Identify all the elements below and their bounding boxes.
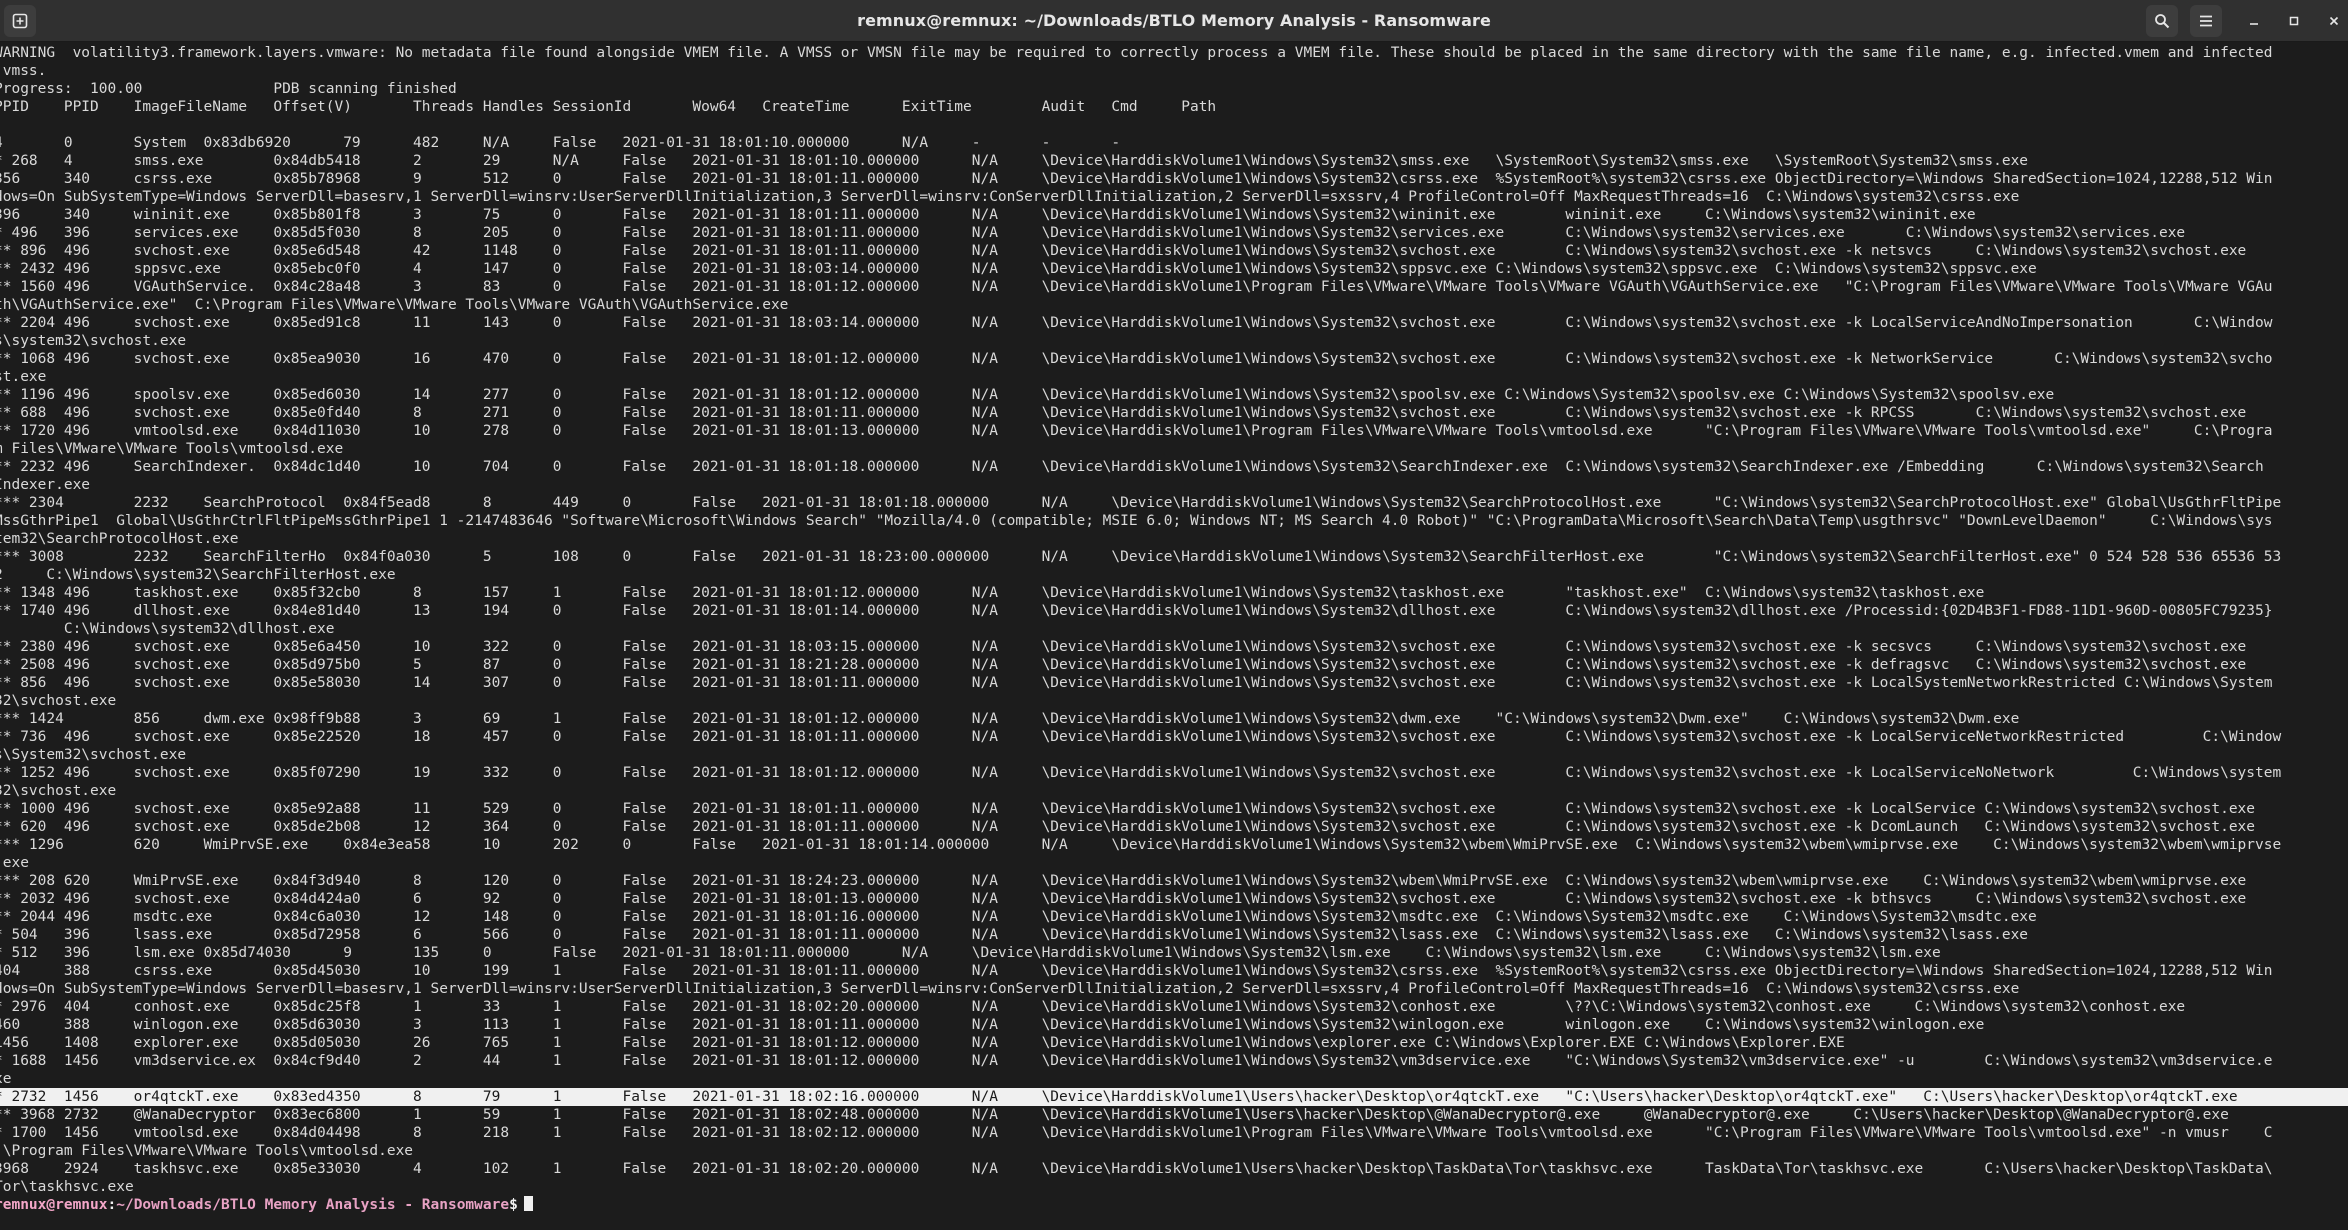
close-icon	[2329, 16, 2339, 26]
terminal-line: MssGthrPipe1 Global\UsGthrCtrlFltPipeMss…	[0, 513, 2273, 529]
terminal-line: * 1688 1456 vm3dservice.ex 0x84cf9d40 2 …	[0, 1053, 2273, 1069]
terminal-line: * 2976 404 conhost.exe 0x85dc25f8 1 33 1…	[0, 999, 2186, 1015]
terminal-line: ** 736 496 svchost.exe 0x85e22520 18 457…	[0, 729, 2282, 745]
terminal-line: 404 388 csrss.exe 0x85d45030 10 199 1 Fa…	[0, 963, 2273, 979]
terminal-line: *** 1424 856 dwm.exe 0x98ff9b88 3 69 1 F…	[0, 711, 2020, 727]
terminal-line: dows=On SubSystemType=Windows ServerDll=…	[0, 981, 2020, 997]
close-button[interactable]	[2318, 5, 2348, 37]
terminal-line: .vmss.	[0, 63, 47, 79]
terminal-line: ** 2432 496 sppsvc.exe 0x85ebc0f0 4 147 …	[0, 261, 2037, 277]
terminal-line: ** 620 496 svchost.exe 0x85de2b08 12 364…	[0, 819, 2256, 835]
terminal-line: :\Program Files\VMware\VMware Tools\vmto…	[0, 1143, 414, 1159]
terminal-line: ** 688 496 svchost.exe 0x85e0fd40 8 271 …	[0, 405, 2247, 421]
terminal-line: * 268 4 smss.exe 0x84db5418 2 29 N/A Fal…	[0, 153, 2029, 169]
minimize-icon	[2250, 23, 2258, 25]
window-title: remnux@remnux: ~/Downloads/BTLO Memory A…	[857, 11, 1491, 30]
terminal-line: 1456 1408 explorer.exe 0x85d05030 26 765…	[0, 1035, 1845, 1051]
terminal-line: dows=On SubSystemType=Windows ServerDll=…	[0, 189, 2020, 205]
terminal-line: s\System32\svchost.exe	[0, 747, 187, 763]
terminal-line: ** 1068 496 svchost.exe 0x85ea9030 16 47…	[0, 351, 2273, 367]
terminal-line: WARNING volatility3.framework.layers.vmw…	[0, 45, 2273, 61]
minimize-button[interactable]	[2238, 5, 2270, 37]
terminal-line: ** 896 496 svchost.exe 0x85e6d548 42 114…	[0, 243, 2247, 259]
search-icon	[2155, 14, 2170, 29]
terminal-line: ** 2380 496 svchost.exe 0x85e6a450 10 32…	[0, 639, 2247, 655]
prompt-sign: $	[509, 1197, 518, 1213]
terminal-line-selected: * 2732 1456 or4qtckT.exe 0x83ed4350 8 79…	[0, 1088, 2348, 1106]
terminal-line: *** 3008 2232 SearchFilterHo 0x84f0a030 …	[0, 549, 2282, 565]
terminal-line: ** 3968 2732 @WanaDecryptor 0x83ec6800 1…	[0, 1107, 2229, 1123]
terminal-line: th\VGAuthService.exe" C:\Program Files\V…	[0, 297, 789, 313]
terminal-line: ** 1740 496 dllhost.exe 0x84e81d40 13 19…	[0, 603, 2273, 619]
terminal-line: ** 2044 496 msdtc.exe 0x84c6a030 12 148 …	[0, 909, 2037, 925]
terminal-output[interactable]: WARNING volatility3.framework.layers.vmw…	[0, 42, 2348, 1230]
terminal-line: ** 2508 496 svchost.exe 0x85d975b0 5 87 …	[0, 657, 2247, 673]
terminal-line: C:\Windows\system32\dllhost.exe	[0, 621, 335, 637]
terminal-line: .exe	[0, 855, 29, 871]
terminal-line: ** 1560 496 VGAuthService. 0x84c28a48 3 …	[0, 279, 2273, 295]
terminal-line: 32\svchost.exe	[0, 693, 117, 709]
terminal-line: * 1700 1456 vmtoolsd.exe 0x84d04498 8 21…	[0, 1125, 2273, 1141]
terminal-line: Indexer.exe	[0, 477, 91, 493]
terminal-line: ** 1720 496 vmtoolsd.exe 0x84d11030 10 2…	[0, 423, 2273, 439]
search-button[interactable]	[2146, 5, 2178, 37]
terminal-line: PPID PPID ImageFileName Offset(V) Thread…	[0, 99, 1217, 115]
terminal-line: * 504 396 lsass.exe 0x85d72958 6 566 0 F…	[0, 927, 2029, 943]
terminal-line: ** 1000 496 svchost.exe 0x85e92a88 11 52…	[0, 801, 2256, 817]
terminal-line: ** 1252 496 svchost.exe 0x85f07290 19 33…	[0, 765, 2282, 781]
terminal-line: Tor\taskhsvc.exe	[0, 1179, 134, 1195]
terminal-line: st.exe	[0, 369, 47, 385]
shell-prompt[interactable]: remnux@remnux:~/Downloads/BTLO Memory An…	[0, 1196, 2348, 1214]
terminal-line: xe	[0, 1071, 12, 1087]
terminal-line: 4 0 System 0x83db6920 79 482 N/A False 2…	[0, 135, 1121, 151]
terminal-line: ** 2204 496 svchost.exe 0x85ed91c8 11 14…	[0, 315, 2273, 331]
prompt-user: remnux@remnux	[0, 1197, 108, 1213]
terminal-line: 396 340 wininit.exe 0x85b801f8 3 75 0 Fa…	[0, 207, 1976, 223]
terminal-line: 2 C:\Windows\system32\SearchFilterHost.e…	[0, 567, 396, 583]
prompt-path: ~/Downloads/BTLO Memory Analysis - Ranso…	[116, 1197, 510, 1213]
terminal-line: tem32\SearchProtocolHost.exe	[0, 531, 239, 547]
terminal-line: ** 2032 496 svchost.exe 0x84d424a0 6 92 …	[0, 891, 2247, 907]
window-titlebar: remnux@remnux: ~/Downloads/BTLO Memory A…	[0, 0, 2348, 42]
text-cursor	[523, 1196, 533, 1211]
prompt-colon: :	[107, 1197, 117, 1213]
terminal-line: *** 1296 620 WmiPrvSE.exe 0x84e3ea58 10 …	[0, 837, 2282, 853]
terminal-line: 32\svchost.exe	[0, 783, 117, 799]
terminal-line: 356 340 csrss.exe 0x85b78968 9 512 0 Fal…	[0, 171, 2273, 187]
maximize-icon	[2289, 16, 2299, 26]
terminal-line: s\system32\svchost.exe	[0, 333, 187, 349]
maximize-button[interactable]	[2278, 5, 2310, 37]
terminal-lines: WARNING volatility3.framework.layers.vmw…	[0, 44, 2348, 1214]
terminal-line: ** 1196 496 spoolsv.exe 0x85ed6030 14 27…	[0, 387, 2055, 403]
terminal-line: 460 388 winlogon.exe 0x85d63030 3 113 1 …	[0, 1017, 1985, 1033]
terminal-line: Progress: 100.00 PDB scanning finished	[0, 81, 457, 97]
terminal-line: *** 2304 2232 SearchProtocol 0x84f5ead8 …	[0, 495, 2282, 511]
terminal-line: 3968 2924 taskhsvc.exe 0x85e33030 4 102 …	[0, 1161, 2273, 1177]
terminal-line: *** 208 620 WmiPrvSE.exe 0x84f3d940 8 12…	[0, 873, 2247, 889]
terminal-line: m Files\VMware\VMware Tools\vmtoolsd.exe	[0, 441, 344, 457]
hamburger-menu-icon	[2200, 15, 2212, 27]
terminal-line: * 496 396 services.exe 0x85d5f030 8 205 …	[0, 225, 2186, 241]
terminal-line: ** 856 496 svchost.exe 0x85e58030 14 307…	[0, 675, 2273, 691]
terminal-line: ** 1348 496 taskhost.exe 0x85f32cb0 8 15…	[0, 585, 1985, 601]
menu-button[interactable]	[2190, 5, 2222, 37]
terminal-line: * 512 396 lsm.exe 0x85d74030 9 135 0 Fal…	[0, 945, 1941, 961]
terminal-line: ** 2232 496 SearchIndexer. 0x84dc1d40 10…	[0, 459, 2264, 475]
